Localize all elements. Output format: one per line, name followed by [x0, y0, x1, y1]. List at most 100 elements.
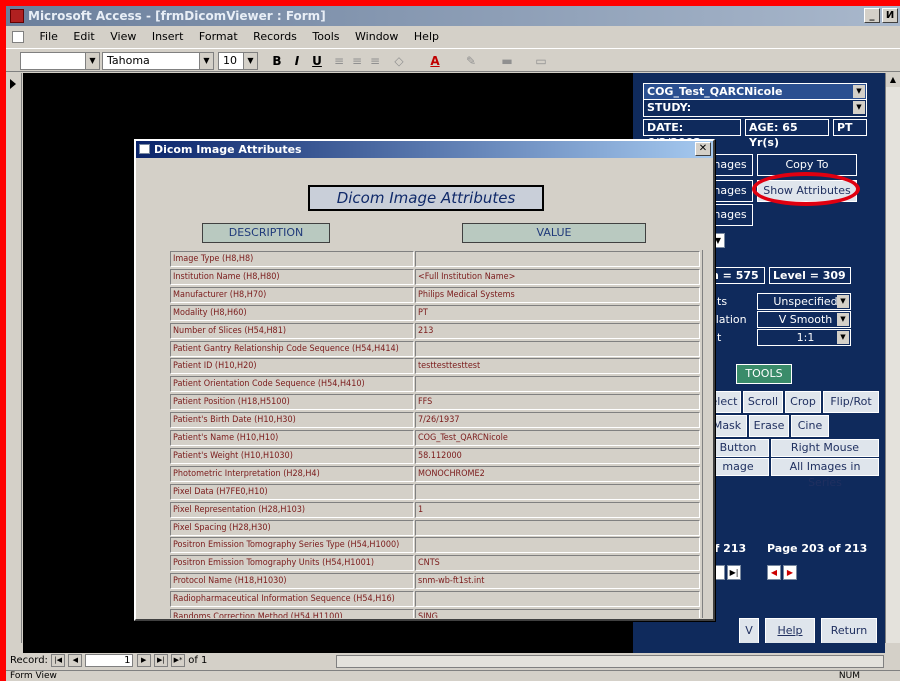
menu-view[interactable]: View — [110, 27, 136, 47]
table-row: Patient Position (H18,H5100) FFS — [170, 393, 700, 411]
fill-color-icon[interactable]: ◇ — [390, 53, 408, 69]
patient-select[interactable]: COG_Test_QARCNicole ▼ — [643, 83, 867, 100]
erase-tool[interactable]: Erase — [749, 415, 789, 437]
units-select[interactable]: Unspecified ▼ — [757, 293, 851, 310]
last-record-icon[interactable]: ▶| — [153, 653, 168, 667]
attribute-value[interactable] — [415, 376, 700, 393]
form-icon — [139, 144, 150, 154]
window-width-value: h = 575 — [711, 269, 759, 282]
attribute-value[interactable]: testtesttesttest — [415, 358, 700, 375]
chevron-down-icon[interactable]: ▼ — [853, 85, 865, 98]
font-color-icon[interactable]: A — [426, 53, 444, 69]
next-record-icon[interactable]: ▶ — [136, 653, 151, 667]
attribute-value[interactable]: 7/26/1937 — [415, 412, 700, 429]
crop-tool[interactable]: Crop — [785, 391, 821, 413]
attribute-value[interactable] — [415, 519, 700, 536]
all-images-in-series-option[interactable]: All Images in Series — [771, 458, 879, 489]
new-record-icon[interactable]: ▶* — [171, 653, 186, 667]
chevron-down-icon[interactable]: ▼ — [199, 53, 213, 69]
scroll-tool[interactable]: Scroll — [743, 391, 783, 413]
menu-window[interactable]: Window — [355, 27, 398, 47]
attribute-value[interactable]: SING — [415, 609, 700, 618]
prev-record-icon[interactable]: ◀ — [68, 653, 83, 667]
prev-page-icon[interactable]: ◀ — [767, 565, 781, 580]
align-right-icon[interactable]: ≡ — [366, 53, 384, 69]
formatting-toolbar: ▼ Tahoma ▼ 10 ▼ B I U ≡ ≡ ≡ ◇ A ✎ ▬ ▭ — [6, 48, 900, 72]
attribute-value[interactable]: 213 — [415, 322, 700, 339]
menu-records[interactable]: Records — [253, 27, 297, 47]
chevron-down-icon[interactable]: ▼ — [837, 331, 849, 344]
right-mouse-button-option[interactable]: Right Mouse Button — [771, 439, 879, 470]
last-slice-icon[interactable]: ▶| — [727, 565, 741, 580]
mouse-button-option[interactable]: Button — [707, 439, 769, 457]
italic-button[interactable]: I — [288, 53, 306, 69]
attribute-value[interactable] — [415, 340, 700, 357]
minimize-button[interactable]: _ — [864, 8, 880, 23]
attribute-value[interactable]: MONOCHROME2 — [415, 465, 700, 482]
menu-edit[interactable]: Edit — [73, 27, 94, 47]
dicom-attributes-dialog: Dicom Image Attributes ✕ Dicom Image Att… — [134, 139, 715, 621]
study-select[interactable]: STUDY: ▼ — [643, 100, 867, 117]
ratio-select[interactable]: 1:1 ▼ — [757, 329, 851, 346]
cine-tool[interactable]: Cine — [791, 415, 829, 437]
font-size-combo[interactable]: 10 ▼ — [218, 52, 258, 70]
attribute-value[interactable]: Philips Medical Systems — [415, 286, 700, 303]
first-record-icon[interactable]: |◀ — [51, 653, 66, 667]
menu-format[interactable]: Format — [199, 27, 238, 47]
chevron-down-icon[interactable]: ▼ — [243, 53, 257, 69]
chevron-down-icon[interactable]: ▼ — [853, 101, 865, 114]
font-name-combo[interactable]: Tahoma ▼ — [102, 52, 214, 70]
interpolation-select[interactable]: V Smooth ▼ — [757, 311, 851, 328]
align-center-icon[interactable]: ≡ — [348, 53, 366, 69]
flip-rot-tool[interactable]: Flip/Rot — [823, 391, 879, 413]
chevron-down-icon[interactable]: ▼ — [837, 313, 849, 326]
chevron-down-icon[interactable]: ▼ — [837, 295, 849, 308]
next-page-icon[interactable]: ▶ — [783, 565, 797, 580]
special-effect-icon[interactable]: ▭ — [532, 53, 550, 69]
menu-insert[interactable]: Insert — [152, 27, 184, 47]
attribute-value[interactable] — [415, 483, 700, 500]
document-icon[interactable] — [12, 31, 24, 43]
line-color-icon[interactable]: ✎ — [462, 53, 480, 69]
form-bottom-strip — [23, 643, 885, 653]
restore-button[interactable]: И — [882, 8, 898, 23]
units-label: ts — [717, 295, 728, 308]
table-row: Protocol Name (H18,H1030) snm-wb-ft1st.in… — [170, 572, 700, 590]
grid-scrollbar[interactable]: ▲ ▼ — [702, 250, 703, 618]
table-row: Patient ID (H10,H20) testtesttesttest — [170, 357, 700, 375]
current-record-input[interactable]: 1 — [85, 653, 134, 667]
close-icon[interactable]: ✕ — [695, 142, 711, 156]
bold-button[interactable]: B — [268, 53, 286, 69]
menu-bar: File Edit View Insert Format Records Too… — [6, 27, 900, 47]
attribute-value[interactable]: 58.112000 — [415, 447, 700, 464]
attribute-description: Patient's Weight (H10,H1030) — [170, 447, 414, 464]
object-combo[interactable]: ▼ — [20, 52, 100, 70]
image-scope-option[interactable]: mage — [707, 458, 769, 476]
record-selector[interactable] — [6, 73, 22, 643]
underline-button[interactable]: U — [308, 53, 326, 69]
attribute-value[interactable]: FFS — [415, 394, 700, 411]
attribute-value[interactable]: <Full Institution Name> — [415, 268, 700, 285]
align-left-icon[interactable]: ≡ — [330, 53, 348, 69]
attribute-value[interactable]: COG_Test_QARCNicole — [415, 430, 700, 446]
attribute-description: Patient's Name (H10,H10) — [170, 430, 414, 446]
horizontal-scrollbar[interactable] — [336, 655, 884, 668]
attribute-value[interactable] — [415, 591, 700, 608]
menu-file[interactable]: File — [40, 27, 58, 47]
attribute-value[interactable] — [415, 537, 700, 554]
help-button[interactable]: Help — [765, 618, 815, 644]
menu-help[interactable]: Help — [414, 27, 439, 47]
menu-tools[interactable]: Tools — [312, 27, 339, 47]
attribute-value[interactable]: snm-wb-ft1st.int — [415, 573, 700, 590]
form-scrollbar[interactable]: ▲ — [885, 73, 900, 643]
v-button[interactable]: V — [739, 618, 759, 644]
chevron-down-icon[interactable]: ▼ — [85, 53, 99, 69]
scroll-up-icon[interactable]: ▲ — [886, 73, 900, 87]
attribute-value[interactable] — [415, 251, 700, 267]
attribute-value[interactable]: PT — [415, 304, 700, 321]
attribute-description: Number of Slices (H54,H81) — [170, 322, 414, 339]
line-width-icon[interactable]: ▬ — [498, 53, 516, 69]
return-button[interactable]: Return — [821, 618, 877, 644]
attribute-value[interactable]: CNTS — [415, 555, 700, 572]
attribute-value[interactable]: 1 — [415, 501, 700, 518]
